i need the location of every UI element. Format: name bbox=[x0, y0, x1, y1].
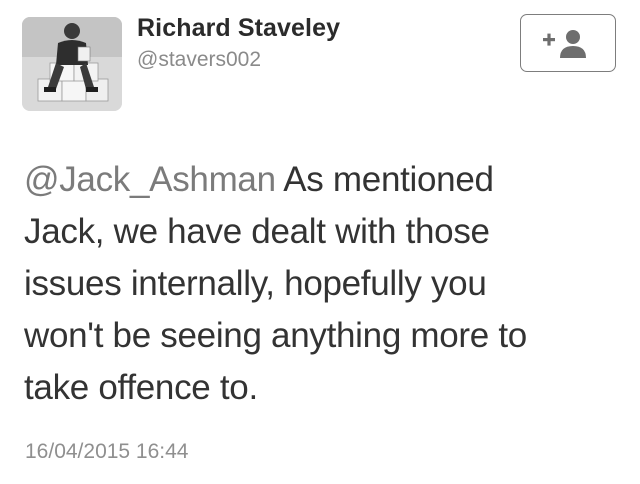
avatar-photo bbox=[22, 17, 122, 111]
mention-link[interactable]: @Jack_Ashman bbox=[24, 160, 276, 199]
tweet-line-1: @Jack_Ashman As mentioned bbox=[24, 154, 624, 206]
tweet-line-5: take offence to. bbox=[24, 368, 258, 407]
tweet-line-4: won't be seeing anything more to bbox=[24, 316, 527, 355]
tweet-line-3: issues internally, hopefully you bbox=[24, 264, 487, 303]
add-user-icon bbox=[543, 30, 586, 58]
user-handle[interactable]: @stavers002 bbox=[137, 48, 261, 72]
tweet-text: @Jack_Ashman As mentioned Jack, we have … bbox=[24, 154, 624, 414]
tweet-line-1-text: As mentioned bbox=[275, 160, 494, 199]
tweet-line-2: Jack, we have dealt with those bbox=[24, 212, 490, 251]
follow-button[interactable] bbox=[520, 14, 616, 72]
avatar[interactable] bbox=[22, 17, 122, 111]
tweet-timestamp: 16/04/2015 16:44 bbox=[25, 440, 189, 463]
display-name[interactable]: Richard Staveley bbox=[137, 14, 340, 43]
